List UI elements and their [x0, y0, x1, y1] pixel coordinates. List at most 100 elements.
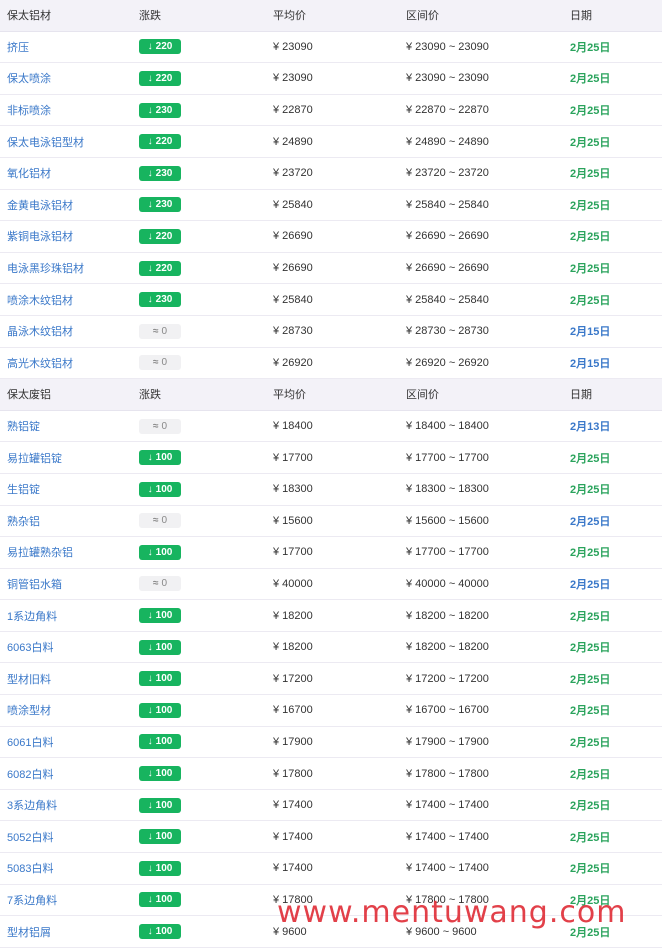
- header-range: 区间价: [406, 389, 439, 402]
- table-row: 晶泳木纹铝材 ≈0 ¥ 28730 ¥ 28730 ~ 28730 2月15日: [0, 316, 662, 348]
- range-price: ¥ 17700 ~ 17700: [406, 546, 489, 559]
- down-arrow-icon: ↓: [147, 704, 153, 716]
- change-badge: ↓ 100: [139, 924, 181, 940]
- change-badge: ↓ 230: [139, 165, 181, 181]
- product-link[interactable]: 6061白料: [7, 734, 53, 750]
- change-badge: ≈0: [139, 355, 181, 371]
- change-cell: ≈0: [139, 411, 264, 442]
- date-cell: 2月25日: [570, 231, 611, 244]
- product-link[interactable]: 金黄电泳铝材: [7, 197, 73, 213]
- change-value: 100: [155, 862, 173, 874]
- table-row: 铜管铝水箱 ≈0 ¥ 40000 ¥ 40000 ~ 40000 2月25日: [0, 569, 662, 601]
- change-cell: ↓ 100: [139, 442, 264, 473]
- date-cell: 2月25日: [570, 41, 611, 54]
- date-cell: 2月25日: [570, 294, 611, 307]
- avg-price: ¥ 17200: [273, 672, 313, 685]
- date-cell: 2月15日: [570, 357, 611, 370]
- change-value: 230: [155, 199, 173, 211]
- product-link[interactable]: 高光木纹铝材: [7, 355, 73, 371]
- change-cell: ↓ 100: [139, 727, 264, 758]
- product-link[interactable]: 保太喷涂: [7, 70, 51, 86]
- product-link[interactable]: 铜管铝水箱: [7, 576, 62, 592]
- product-cell: 型材铝屑: [7, 916, 132, 947]
- change-cell: ↓ 100: [139, 663, 264, 694]
- change-badge: ↓ 100: [139, 671, 181, 687]
- product-link[interactable]: 6082白料: [7, 766, 53, 782]
- change-value: 100: [155, 799, 173, 811]
- table-row: 易拉罐铝锭 ↓ 100 ¥ 17700 ¥ 17700 ~ 17700 2月25日: [0, 442, 662, 474]
- product-cell: 紫铜电泳铝材: [7, 221, 132, 252]
- product-link[interactable]: 晶泳木纹铝材: [7, 323, 73, 339]
- avg-price: ¥ 18200: [273, 609, 313, 622]
- date-cell: 2月15日: [570, 326, 611, 339]
- product-link[interactable]: 5083白料: [7, 860, 53, 876]
- change-cell: ↓ 100: [139, 821, 264, 852]
- date-cell: 2月25日: [570, 578, 611, 591]
- date-cell: 2月25日: [570, 863, 611, 876]
- table-row: 紫铜电泳铝材 ↓ 220 ¥ 26690 ¥ 26690 ~ 26690 2月25日: [0, 221, 662, 253]
- product-link[interactable]: 1系边角料: [7, 608, 57, 624]
- change-badge: ↓ 100: [139, 860, 181, 876]
- change-badge: ↓ 230: [139, 292, 181, 308]
- down-arrow-icon: ↓: [147, 199, 153, 211]
- range-price: ¥ 28730 ~ 28730: [406, 325, 489, 338]
- date-cell: 2月25日: [570, 105, 611, 118]
- avg-price: ¥ 17400: [273, 862, 313, 875]
- change-value: 230: [155, 104, 173, 116]
- product-link[interactable]: 7系边角料: [7, 892, 57, 908]
- change-badge: ↓ 100: [139, 481, 181, 497]
- date-cell: 2月25日: [570, 73, 611, 86]
- approx-icon: ≈: [152, 578, 159, 590]
- product-cell: 6061白料: [7, 727, 132, 758]
- change-value: 0: [161, 578, 168, 590]
- product-link[interactable]: 型材旧料: [7, 671, 51, 687]
- product-link[interactable]: 5052白料: [7, 829, 53, 845]
- change-badge: ↓ 220: [139, 228, 181, 244]
- table-row: 6063白料 ↓ 100 ¥ 18200 ¥ 18200 ~ 18200 2月25日: [0, 632, 662, 664]
- table-row: 金黄电泳铝材 ↓ 230 ¥ 25840 ¥ 25840 ~ 25840 2月25日: [0, 190, 662, 222]
- approx-icon: ≈: [152, 325, 159, 337]
- down-arrow-icon: ↓: [147, 230, 153, 242]
- change-value: 100: [155, 483, 173, 495]
- table-row: 高光木纹铝材 ≈0 ¥ 26920 ¥ 26920 ~ 26920 2月15日: [0, 348, 662, 380]
- date-cell: 2月25日: [570, 515, 611, 528]
- change-cell: ↓ 100: [139, 853, 264, 884]
- range-price: ¥ 23090 ~ 23090: [406, 72, 489, 85]
- avg-price: ¥ 23090: [273, 72, 313, 85]
- change-cell: ↓ 100: [139, 885, 264, 916]
- down-arrow-icon: ↓: [147, 768, 153, 780]
- down-arrow-icon: ↓: [147, 136, 153, 148]
- product-cell: 喷涂型材: [7, 695, 132, 726]
- product-link[interactable]: 型材铝屑: [7, 924, 51, 940]
- product-link[interactable]: 保太电泳铝型材: [7, 134, 84, 150]
- product-cell: 挤压: [7, 32, 132, 63]
- product-link[interactable]: 喷涂型材: [7, 702, 51, 718]
- product-link[interactable]: 熟杂铝: [7, 513, 40, 529]
- change-value: 100: [155, 546, 173, 558]
- product-link[interactable]: 易拉罐熟杂铝: [7, 544, 73, 560]
- approx-icon: ≈: [152, 420, 159, 432]
- product-link[interactable]: 生铝锭: [7, 481, 40, 497]
- avg-price: ¥ 17400: [273, 799, 313, 812]
- product-link[interactable]: 3系边角料: [7, 797, 57, 813]
- product-link[interactable]: 非标喷涂: [7, 102, 51, 118]
- down-arrow-icon: ↓: [147, 673, 153, 685]
- product-link[interactable]: 6063白料: [7, 639, 53, 655]
- range-price: ¥ 23090 ~ 23090: [406, 40, 489, 53]
- table-row: 熟铝锭 ≈0 ¥ 18400 ¥ 18400 ~ 18400 2月13日: [0, 411, 662, 443]
- product-link[interactable]: 喷涂木纹铝材: [7, 292, 73, 308]
- header-date: 日期: [570, 389, 592, 402]
- down-arrow-icon: ↓: [147, 294, 153, 306]
- product-link[interactable]: 氧化铝材: [7, 165, 51, 181]
- product-link[interactable]: 电泳黑珍珠铝材: [7, 260, 84, 276]
- product-link[interactable]: 易拉罐铝锭: [7, 450, 62, 466]
- change-badge: ≈0: [139, 576, 181, 592]
- change-cell: ≈0: [139, 348, 264, 379]
- product-link[interactable]: 挤压: [7, 39, 29, 55]
- product-link[interactable]: 熟铝锭: [7, 418, 40, 434]
- product-link[interactable]: 紫铜电泳铝材: [7, 228, 73, 244]
- change-cell: ↓ 230: [139, 190, 264, 221]
- avg-price: ¥ 26690: [273, 262, 313, 275]
- range-price: ¥ 17200 ~ 17200: [406, 672, 489, 685]
- range-price: ¥ 26690 ~ 26690: [406, 262, 489, 275]
